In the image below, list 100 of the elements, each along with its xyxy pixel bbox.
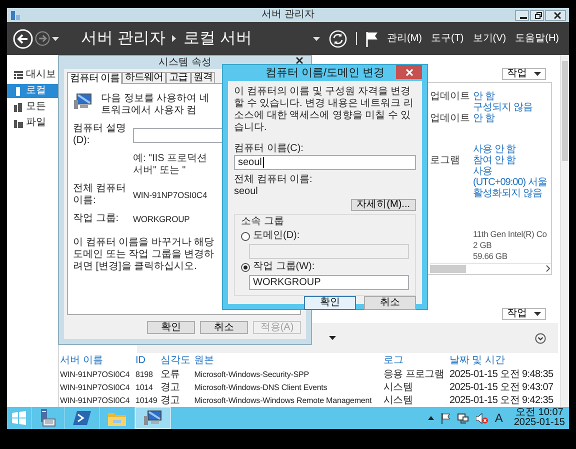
menu-item[interactable]: 관리(M) [386,32,422,44]
property-link[interactable]: 안 함 [473,113,551,124]
column-header[interactable]: 심각도 [160,354,194,368]
file-server-icon [14,118,23,128]
sidebar-item[interactable]: 모든 [7,100,58,114]
close-button[interactable] [545,10,566,20]
tasks-button[interactable]: 작업 [502,308,546,320]
table-cell-text: 8198 [134,369,154,381]
property-link[interactable]: 사용 안 함 [473,144,551,155]
breadcrumb-item[interactable]: 로컬 서버 [183,28,252,48]
table-cell-text: Microsoft-Windows-Security-SPP [193,369,310,381]
radio-label[interactable]: 도메인(D): [253,230,300,242]
caret-icon[interactable] [52,36,59,40]
property-value: 11th Gen Intel(R) Co [473,229,548,240]
property-link[interactable]: (UTC+09:00) 서울 [473,177,551,188]
speaker-muted-icon[interactable] [476,412,488,424]
table-cell-text: 오류 [160,368,181,381]
horizontal-scrollbar[interactable] [430,263,551,274]
network-icon[interactable] [456,412,469,424]
table-cell-text: 경고 [160,381,181,394]
flag-icon[interactable] [440,412,450,424]
server-icon [14,86,23,96]
dialog-button[interactable]: 확인 [304,296,356,310]
computer-icon[interactable] [144,410,162,426]
table-cell-text: 2025-01-15 오전 9:48:35 [448,368,554,381]
clock-time[interactable]: 오전 10:07 [516,408,564,418]
property-link[interactable]: 안 함 [473,91,551,102]
dialog-button[interactable]: 확인 [147,321,195,334]
vertical-scrollbar[interactable] [560,55,569,407]
table-cell-text: 2025-01-15 오전 9:42:35 [448,394,554,407]
field-label: 작업 그룹: [73,213,120,225]
table-cell-text: WIN-91NP7OSI0C4 [59,395,131,407]
table-cell-text: 경고 [160,394,181,407]
field-value: WIN-91NP7OSI0C4 [133,189,208,201]
column-header[interactable]: 로그 [382,354,448,368]
input-indicator[interactable]: A [494,412,503,424]
column-header[interactable]: 서버 이름 [59,354,134,368]
computer-icon [73,93,93,111]
property-label: 업데이트 [430,113,470,124]
sidebar-item[interactable]: 로컬 [7,84,58,98]
radio-button[interactable] [241,262,250,272]
close-icon[interactable] [554,12,560,18]
menu-item[interactable]: 도움말(H) [515,32,559,44]
restore-icon[interactable] [535,12,542,18]
caret-icon[interactable] [312,36,320,40]
taskbar-button[interactable] [135,407,171,429]
close-icon[interactable] [296,56,302,64]
back-icon[interactable] [13,28,33,48]
table-cell-text: Microsoft-Windows-Windows Remote Management [193,395,373,407]
server-keyboard-icon[interactable] [40,409,56,427]
app-icon [10,10,21,20]
field-label: 전체 컴퓨터 이름: [73,183,127,207]
restore-button[interactable] [530,10,544,20]
caret-icon [534,312,541,316]
chevron-right-icon[interactable] [545,265,551,272]
caret-icon[interactable] [329,336,336,340]
property-link[interactable]: 활성화되지 않음 [473,188,551,199]
column-header[interactable]: 원본 [193,354,382,368]
minimize-button[interactable] [515,10,529,20]
menu-item[interactable]: 도구(T) [430,32,464,44]
tasks-button[interactable]: 작업 [502,68,546,80]
field-label: 컴퓨터 이름(C): [234,143,304,155]
table-cell-text: WIN-91NP7OSI0C4 [59,369,131,381]
terminal-icon[interactable] [73,411,91,425]
caret-icon [534,72,541,76]
breadcrumb-item[interactable]: 서버 관리자 [81,28,166,48]
column-header[interactable]: 날짜 및 시간 [448,354,560,368]
field-label: 컴퓨터 설명(D): [73,123,127,147]
dialog-button[interactable]: 취소 [200,321,248,334]
menu-item[interactable]: 보기(V) [472,32,506,44]
tab[interactable]: 컴퓨터 이름 [67,72,122,84]
up-arrow-icon[interactable] [428,416,434,420]
table-cell-text: 1014 [134,382,154,394]
tab[interactable]: 원격 [190,72,216,83]
note-text: 이 컴퓨터 이름을 바꾸거나 해당 도메인 또는 작업 그룹을 변경하려면 [변경]을 클릭하십시오. [73,237,216,273]
column-header[interactable]: ID [134,354,160,368]
clock-date[interactable]: 2025-01-15 [514,418,565,428]
intro-text: 다음 정보를 사용하여 네트워크에서 사용자 컴 [101,93,210,117]
tab[interactable]: 고급 [166,72,191,83]
tab[interactable]: 하드웨어 [122,72,166,83]
input-field[interactable]: seoul [234,155,416,170]
table-cell-text: 시스템 [382,394,414,407]
sidebar-item[interactable]: 파일 [7,116,58,130]
field-value: WORKGROUP [133,213,190,225]
dialog-button[interactable]: 취소 [364,296,416,310]
hint-text: 예: "IIS 프로덕션 서버" 또는 " [133,153,208,177]
sidebar-item[interactable]: 대시보 [7,68,58,82]
property-link[interactable]: 참여 안 함 [473,155,551,166]
window-title: 서버 관리자 [262,9,314,21]
refresh-icon[interactable] [328,30,347,48]
input-field[interactable]: WORKGROUP [249,275,409,290]
property-link[interactable]: 구성되지 않음 [473,102,551,113]
group-title: 소속 그룹 [241,216,285,228]
radio-button[interactable] [241,232,250,240]
field-value: seoul [234,186,259,198]
property-link[interactable]: 사용 [473,166,551,177]
flag-icon[interactable] [366,30,378,46]
more-button[interactable]: 자세히(M)... [350,199,416,211]
expand-icon[interactable] [535,332,546,344]
radio-label[interactable]: 작업 그룹(W): [253,261,315,273]
